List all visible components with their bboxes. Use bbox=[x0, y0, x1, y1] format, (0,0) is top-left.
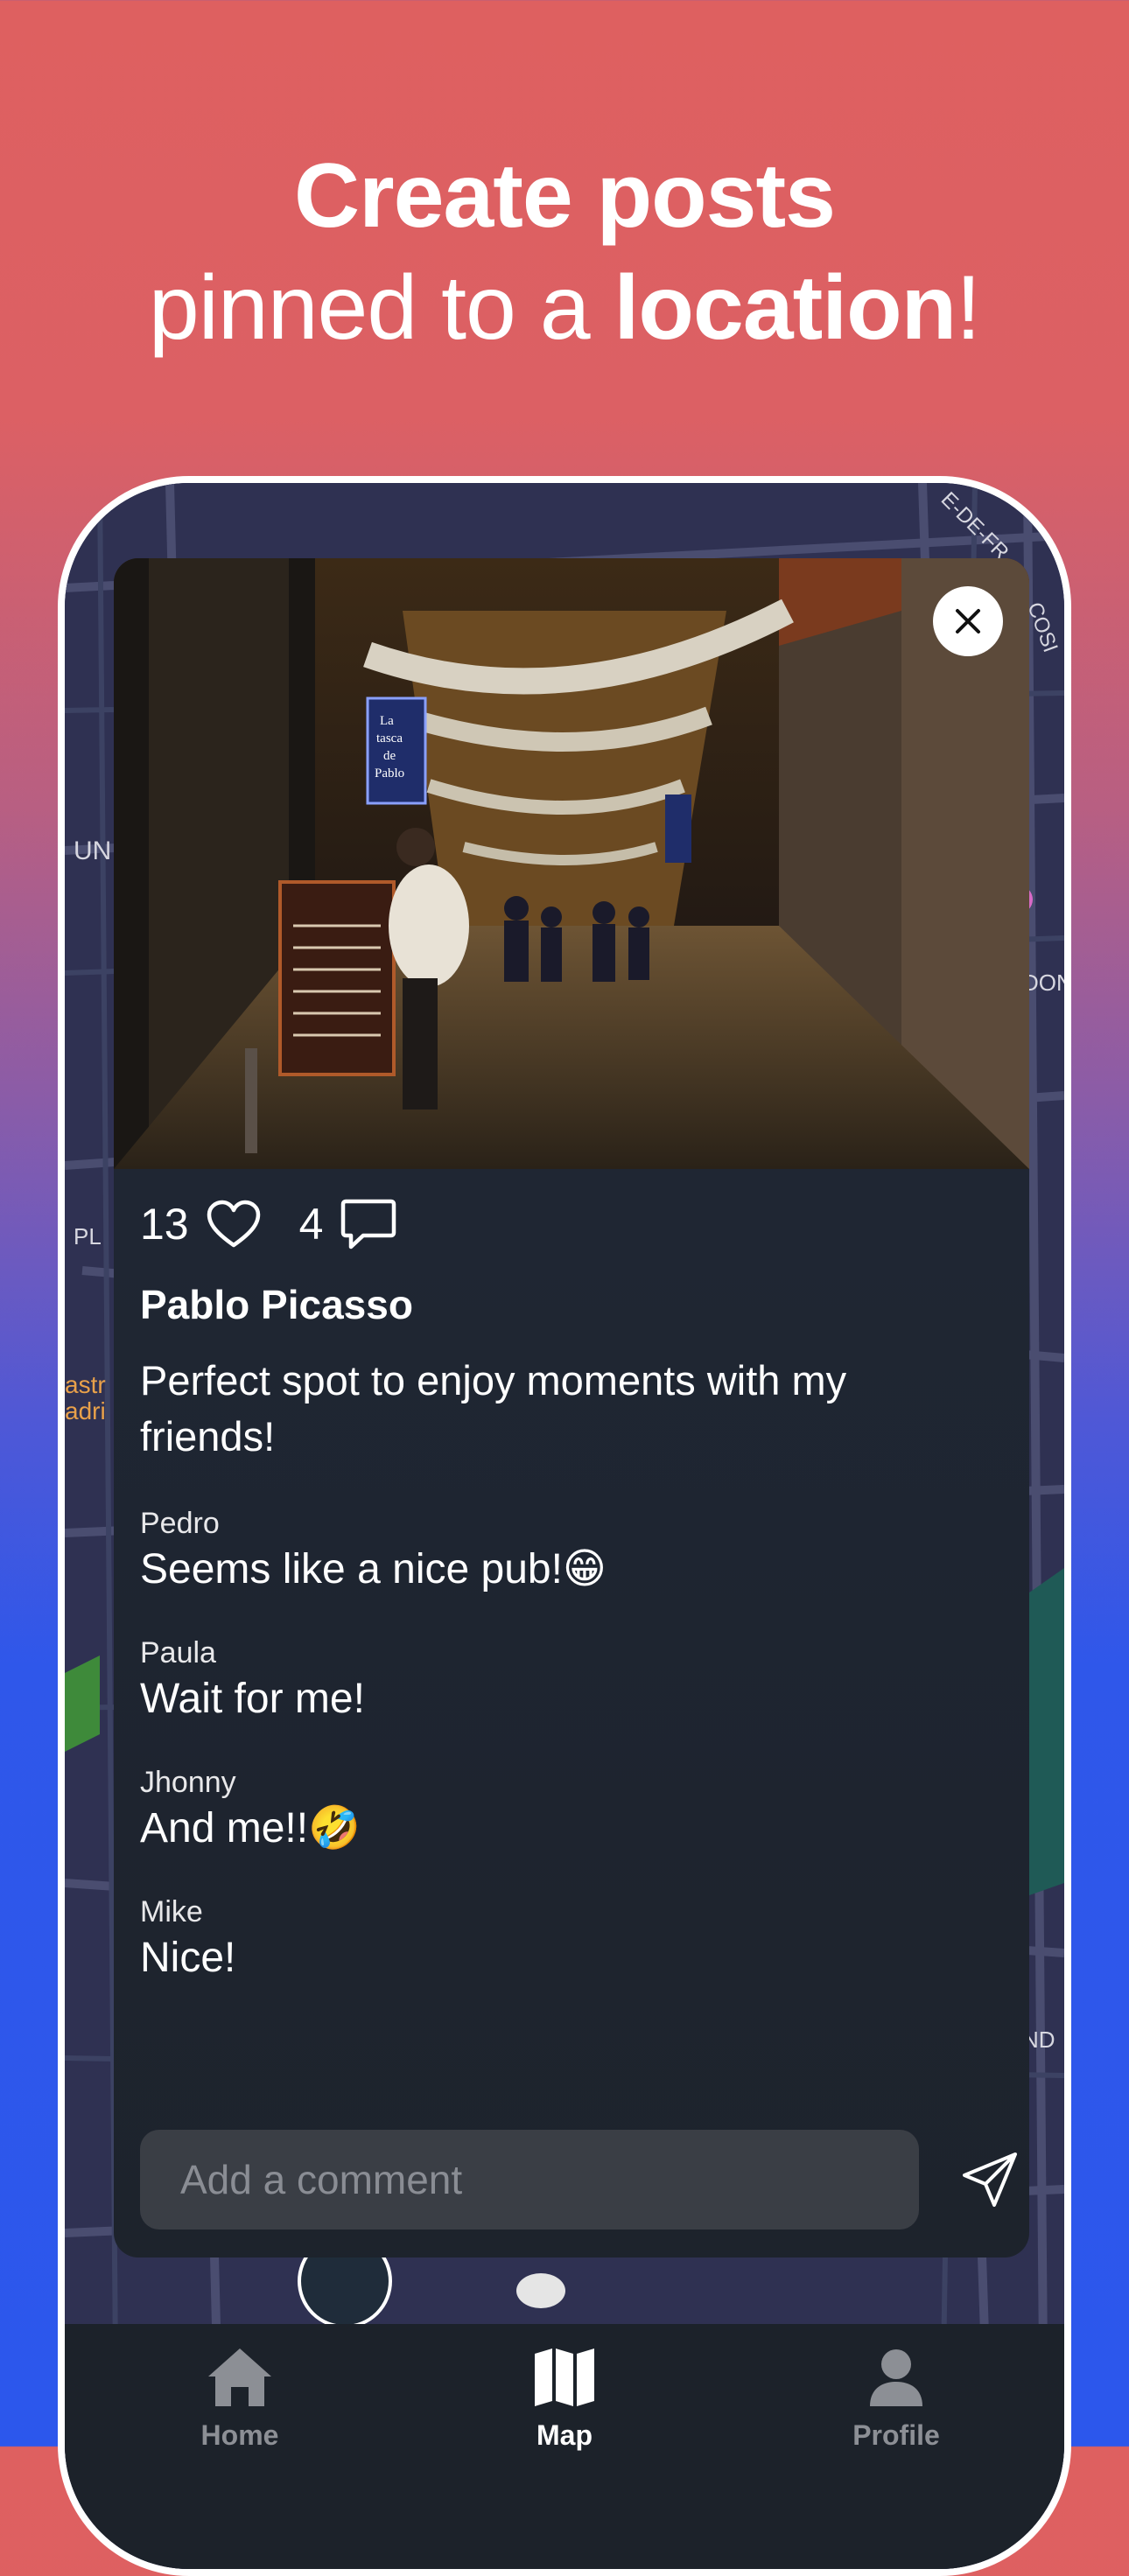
comment-input-container bbox=[140, 2130, 919, 2230]
paper-plane-icon[interactable] bbox=[959, 2149, 1020, 2210]
tab-profile[interactable]: Profile bbox=[800, 2345, 992, 2452]
phone-frame: UN PL astr adri DON ND E-DE-FR COSI bbox=[58, 476, 1071, 2576]
comment-count: 4 bbox=[298, 1200, 324, 1249]
headline-line-1: Create posts bbox=[294, 145, 836, 247]
person-icon bbox=[870, 2349, 922, 2406]
comment-text: Wait for me! bbox=[140, 1676, 365, 1722]
tab-label: Profile bbox=[852, 2419, 940, 2451]
map-icon bbox=[535, 2348, 594, 2406]
headline: Create posts pinned to a location! bbox=[0, 140, 1129, 364]
tab-bar: Home Map Profile bbox=[65, 2324, 1064, 2569]
comment-text: And me!!🤣 bbox=[140, 1805, 361, 1852]
comment-author: Paula bbox=[140, 1636, 216, 1670]
comment-item: Paula Wait for me! bbox=[140, 1634, 365, 1727]
comment-input[interactable] bbox=[179, 2155, 919, 2204]
comment-item: Jhonny And me!!🤣 bbox=[140, 1764, 361, 1857]
headline-suffix: ! bbox=[956, 257, 981, 359]
map-label: astr bbox=[65, 1371, 106, 1398]
map-label: adri bbox=[65, 1397, 106, 1424]
speech-bubble-icon[interactable] bbox=[340, 1198, 396, 1250]
photo-sign-line: Pablo bbox=[375, 766, 404, 780]
post-photo: La tasca de Pablo bbox=[114, 558, 1029, 1169]
post-caption: Perfect spot to enjoy moments with my fr… bbox=[140, 1357, 847, 1460]
comment-author: Mike bbox=[140, 1895, 203, 1928]
tab-label: Home bbox=[200, 2419, 279, 2451]
headline-bold-word: location bbox=[614, 257, 957, 359]
tab-map[interactable]: Map bbox=[468, 2345, 661, 2452]
post-stats: 13 4 bbox=[140, 1194, 435, 1255]
comment-item: Pedro Seems like a nice pub!😁 bbox=[140, 1505, 607, 1598]
photo-sign-line: La bbox=[380, 714, 394, 728]
headline-prefix: pinned to a bbox=[148, 257, 614, 359]
photo-sign-line: de bbox=[383, 749, 396, 763]
close-button[interactable] bbox=[933, 586, 1003, 656]
photo-sign-line: tasca bbox=[376, 732, 403, 746]
post-card: La tasca de Pablo 13 4 Pablo Picasso Per… bbox=[114, 558, 1029, 2258]
comment-text: Seems like a nice pub!😁 bbox=[140, 1546, 607, 1592]
close-icon bbox=[956, 609, 980, 634]
headline-line-2: pinned to a location! bbox=[0, 252, 1129, 364]
comment-author: Pedro bbox=[140, 1507, 220, 1540]
heart-icon[interactable] bbox=[207, 1200, 261, 1249]
comment-author: Jhonny bbox=[140, 1766, 236, 1799]
tab-home[interactable]: Home bbox=[144, 2345, 336, 2452]
comment-item: Mike Nice! bbox=[140, 1894, 235, 1986]
like-count: 13 bbox=[140, 1200, 189, 1249]
home-icon bbox=[208, 2348, 271, 2406]
tab-label: Map bbox=[536, 2419, 593, 2451]
map-label: PL bbox=[74, 1223, 102, 1250]
comment-text: Nice! bbox=[140, 1935, 236, 1981]
map-label: UN bbox=[74, 836, 111, 865]
post-author[interactable]: Pablo Picasso bbox=[140, 1281, 413, 1328]
